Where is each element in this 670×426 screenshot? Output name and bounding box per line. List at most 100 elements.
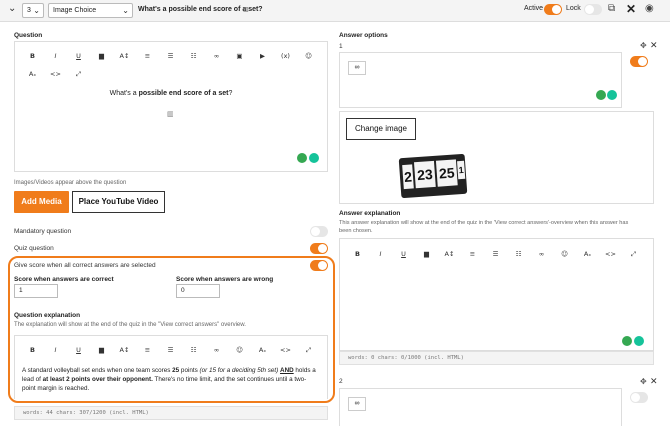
change-image-button[interactable]: Change image	[346, 118, 416, 140]
video-icon[interactable]: ▶	[251, 50, 274, 62]
fullscreen-icon[interactable]: ⤢	[622, 248, 645, 260]
active-toggle[interactable]	[544, 4, 562, 15]
image-icon[interactable]: ▣	[228, 50, 251, 62]
underline-icon[interactable]: U	[67, 50, 90, 62]
option-number: 2	[339, 378, 343, 385]
option-1-image-box: Change image 2 23 25 1	[339, 111, 654, 204]
align-icon[interactable]: ≡	[136, 50, 159, 62]
score-correct-input[interactable]: 1	[14, 284, 58, 298]
answer-explanation-editor[interactable]: B I U ▆ A↕ ≡ ☰ ☷ ∞ ☺ Aₓ <> ⤢	[339, 238, 654, 351]
copy-icon[interactable]: ⧉	[608, 3, 615, 14]
option-2-text-editor[interactable]: ∞	[339, 388, 622, 426]
link-icon[interactable]: ∞	[348, 61, 366, 75]
italic-icon[interactable]: I	[44, 344, 67, 356]
question-type-select[interactable]: Image Choice ⌄	[48, 3, 133, 18]
bold-icon[interactable]: B	[21, 50, 44, 62]
score-wrong-label: Score when answers are wrong	[176, 276, 274, 283]
question-toolbar: B I U ▆ A↕ ≡ ☰ ☷ ∞ ▣ ▶ (x) ☺	[21, 50, 320, 62]
answer-word-stats: words: 0 chars: 0/1000 (incl. HTML)	[348, 355, 464, 361]
image-placeholder-icon: ▥	[167, 111, 174, 118]
drag-handle-icon[interactable]: ✥	[640, 41, 647, 50]
clear-format-icon[interactable]: Aₓ	[251, 344, 274, 356]
add-media-button[interactable]: Add Media	[14, 191, 69, 213]
option-2-correct-toggle[interactable]	[630, 392, 648, 403]
align-icon[interactable]: ≡	[461, 248, 484, 260]
underline-icon[interactable]: U	[392, 248, 415, 260]
link-icon[interactable]: ∞	[205, 50, 228, 62]
question-word-stats: words: 44 chars: 307/1200 (incl. HTML)	[23, 410, 149, 416]
question-text: What's a possible end score of a set?	[109, 90, 233, 97]
fullscreen-icon[interactable]: ⤢	[297, 344, 320, 356]
clear-format-icon[interactable]: Aₓ	[21, 68, 44, 80]
font-size-icon[interactable]: A↕	[438, 248, 461, 260]
font-color-icon[interactable]: ▆	[90, 344, 113, 356]
answer-explanation-label: Answer explanation	[339, 210, 401, 217]
collapse-chevron-icon[interactable]: ⌄	[8, 3, 16, 14]
grammar-check-icon[interactable]	[596, 90, 606, 100]
quiz-question-toggle[interactable]	[310, 243, 328, 254]
link-icon[interactable]: ∞	[530, 248, 553, 260]
link-icon[interactable]: ∞	[348, 397, 366, 411]
question-number-select[interactable]: 3 ⌄	[22, 3, 44, 18]
active-label: Active	[524, 5, 544, 12]
media-note: Images/Videos appear above the question	[14, 180, 127, 186]
code-icon[interactable]: <>	[599, 248, 622, 260]
bullet-list-icon[interactable]: ☰	[484, 248, 507, 260]
italic-icon[interactable]: I	[44, 50, 67, 62]
font-color-icon[interactable]: ▆	[415, 248, 438, 260]
mandatory-label: Mandatory question	[14, 228, 72, 235]
option-number: 1	[339, 43, 343, 50]
place-youtube-button[interactable]: Place YouTube Video	[72, 191, 165, 213]
clear-format-icon[interactable]: Aₓ	[576, 248, 599, 260]
underline-icon[interactable]: U	[67, 344, 90, 356]
drag-handle-icon[interactable]: ✥	[640, 377, 647, 386]
question-explanation-label: Question explanation	[14, 312, 81, 319]
question-header: ⌄ 3 ⌄ Image Choice ⌄ What's a possible end…	[0, 0, 670, 22]
font-color-icon[interactable]: ▆	[90, 50, 113, 62]
bullet-list-icon[interactable]: ☰	[159, 344, 182, 356]
answer-options-label: Answer options	[339, 32, 388, 39]
code-icon[interactable]: <>	[44, 68, 67, 80]
font-size-icon[interactable]: A↕	[113, 344, 136, 356]
delete-option-icon[interactable]: ✕	[650, 376, 658, 387]
lock-toggle[interactable]	[584, 4, 602, 15]
give-score-toggle[interactable]	[310, 260, 328, 271]
italic-icon[interactable]: I	[369, 248, 392, 260]
score-correct-label: Score when answers are correct	[14, 276, 114, 283]
numbered-list-icon[interactable]: ☷	[182, 50, 205, 62]
bullet-list-icon[interactable]: ☰	[159, 50, 182, 62]
numbered-list-icon[interactable]: ☷	[507, 248, 530, 260]
grammarly-icon[interactable]	[607, 90, 617, 100]
option-1-correct-toggle[interactable]	[630, 56, 648, 67]
fullscreen-icon[interactable]: ⤢	[67, 68, 90, 80]
emoji-icon[interactable]: ☺	[297, 50, 320, 62]
question-editor[interactable]: B I U ▆ A↕ ≡ ☰ ☷ ∞ ▣ ▶ (x) ☺ Aₓ <> ⤢ Wha…	[14, 41, 328, 172]
scoreboard-image: 2 23 25 1	[398, 153, 468, 199]
option-1-text-editor[interactable]: ∞	[339, 52, 622, 108]
emoji-icon[interactable]: ☺	[553, 248, 576, 260]
mandatory-toggle[interactable]	[310, 226, 328, 237]
bold-icon[interactable]: B	[346, 248, 369, 260]
align-icon[interactable]: ≡	[136, 344, 159, 356]
close-icon[interactable]: ✕	[626, 2, 636, 16]
answer-explanation-note-1: This answer explanation will show at the…	[339, 220, 629, 226]
numbered-list-icon[interactable]: ☷	[182, 344, 205, 356]
grammar-check-icon[interactable]	[297, 153, 307, 163]
grammarly-icon[interactable]	[309, 153, 319, 163]
emoji-icon[interactable]: ☺	[228, 344, 251, 356]
variable-icon[interactable]: (x)	[274, 50, 297, 62]
grammarly-icon[interactable]	[634, 336, 644, 346]
question-section-label: Question	[14, 32, 43, 39]
bold-icon[interactable]: B	[21, 344, 44, 356]
chevron-down-icon: ⌄	[122, 6, 129, 15]
delete-option-icon[interactable]: ✕	[650, 40, 658, 51]
font-size-icon[interactable]: A↕	[113, 50, 136, 62]
eye-icon[interactable]: ◉	[645, 3, 654, 14]
code-icon[interactable]: <>	[274, 344, 297, 356]
score-wrong-input[interactable]: 0	[176, 284, 220, 298]
link-icon[interactable]: ∞	[205, 344, 228, 356]
question-toolbar-row2: Aₓ <> ⤢	[21, 68, 90, 80]
quiz-question-label: Quiz question	[14, 245, 54, 252]
explanation-toolbar: B I U ▆ A↕ ≡ ☰ ☷ ∞ ☺ Aₓ <> ⤢	[21, 344, 320, 356]
grammar-check-icon[interactable]	[622, 336, 632, 346]
